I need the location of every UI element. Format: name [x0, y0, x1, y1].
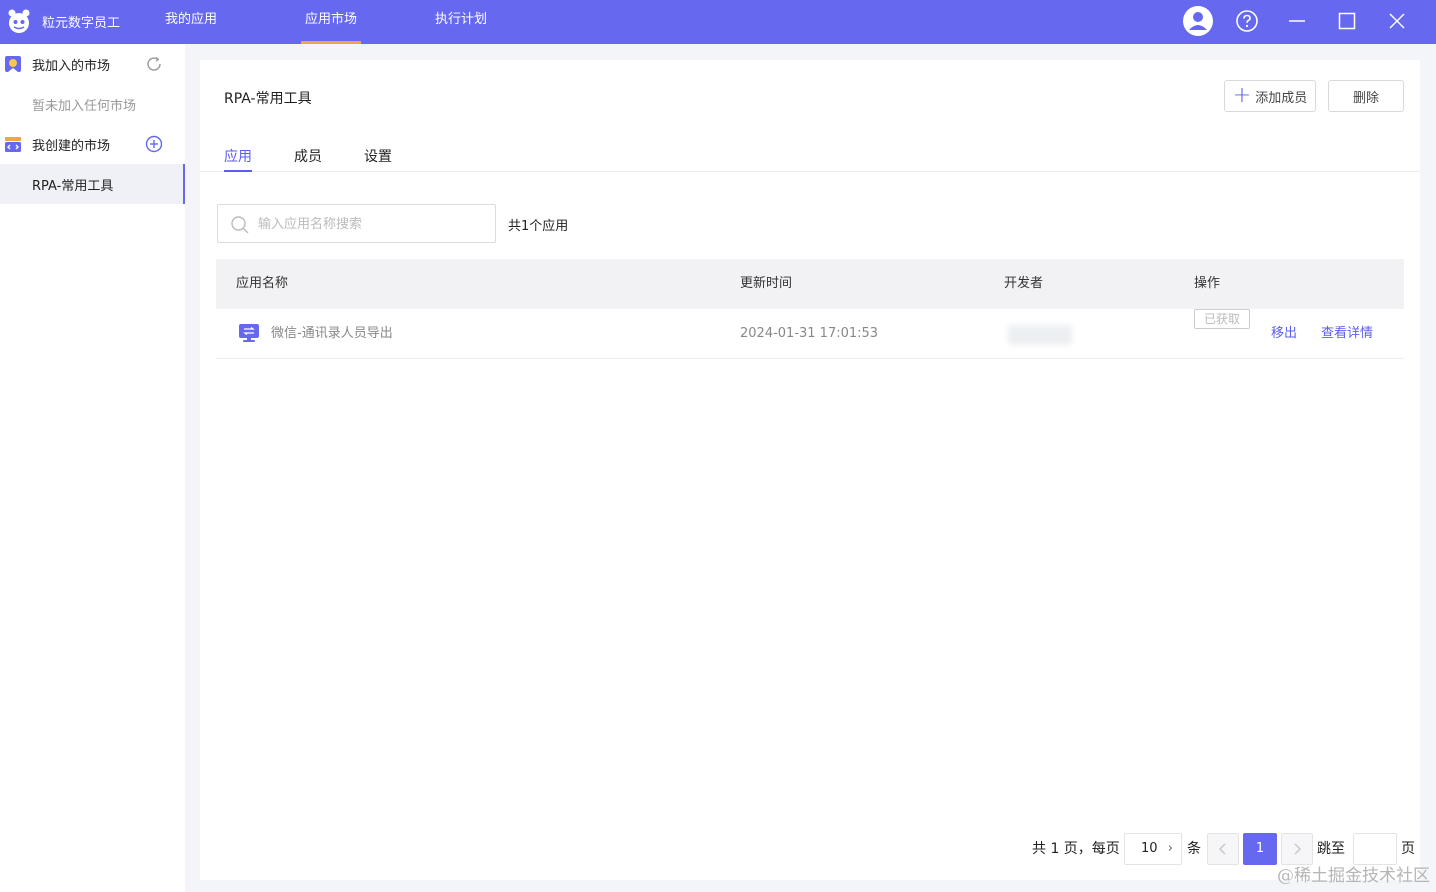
- tab-settings[interactable]: 设置: [364, 146, 392, 172]
- delete-button[interactable]: 删除: [1328, 80, 1404, 112]
- nav-tab-schedule[interactable]: 执行计划: [432, 0, 490, 44]
- prev-page-button[interactable]: [1207, 833, 1239, 865]
- page-size-unit: 条: [1187, 841, 1201, 857]
- brand-name: 粒元数字员工: [42, 15, 121, 31]
- chevron-right-icon: [1294, 843, 1302, 855]
- minimize-icon[interactable]: [1280, 4, 1314, 38]
- sidebar-created-label: 我创建的市场: [32, 138, 111, 154]
- current-page-button[interactable]: 1: [1243, 833, 1277, 865]
- app-monitor-icon: [239, 324, 259, 342]
- help-icon[interactable]: [1230, 4, 1264, 38]
- sidebar-item-label: RPA-常用工具: [32, 178, 114, 194]
- col-actions: 操作: [1194, 276, 1221, 291]
- app-name[interactable]: 微信-通讯录人员导出: [271, 309, 393, 359]
- refresh-icon[interactable]: [145, 55, 163, 73]
- brand: 粒元数字员工: [4, 6, 120, 36]
- view-details-link[interactable]: 查看详情: [1321, 309, 1373, 359]
- pagination-summary: 共 1 页，每页: [1032, 841, 1120, 857]
- sidebar-created-header: 我创建的市场: [0, 124, 185, 164]
- page-size-value: 10: [1141, 841, 1158, 856]
- plus-icon: +: [1232, 83, 1252, 108]
- developer-redacted: [1008, 325, 1072, 345]
- watermark: @稀土掘金技术社区: [1277, 866, 1430, 886]
- col-updated: 更新时间: [740, 276, 793, 291]
- chevron-left-icon: [1218, 843, 1226, 855]
- sidebar: 我加入的市场 暂未加入任何市场 我创建的市场 RPA-常用工具: [0, 44, 185, 892]
- updated-time: 2024-01-31 17:01:53: [740, 326, 879, 341]
- chevron-right-icon: ›: [1167, 841, 1173, 856]
- sidebar-joined-label: 我加入的市场: [32, 58, 111, 74]
- table-header: 应用名称 更新时间 开发者 操作: [216, 259, 1404, 309]
- nav-tab-my-apps[interactable]: 我的应用: [162, 0, 220, 44]
- tab-members[interactable]: 成员: [294, 146, 322, 172]
- sidebar-item-rpa-tools[interactable]: RPA-常用工具: [0, 164, 185, 204]
- joined-market-icon: [5, 56, 21, 72]
- search-input[interactable]: [258, 213, 488, 235]
- user-avatar-icon[interactable]: [1181, 4, 1215, 38]
- col-app-name: 应用名称: [236, 276, 289, 291]
- app-count: 共1个应用: [508, 219, 569, 234]
- sidebar-joined-empty: 暂未加入任何市场: [0, 84, 185, 124]
- search-box: [217, 204, 496, 243]
- table-row: 微信-通讯录人员导出 2024-01-31 17:01:53 已获取 移出 查看…: [216, 309, 1404, 359]
- add-market-icon[interactable]: [145, 135, 163, 153]
- created-market-icon: [5, 137, 21, 152]
- sidebar-joined-header: 我加入的市场: [0, 44, 185, 84]
- jump-page-input[interactable]: [1354, 834, 1396, 864]
- main-panel: RPA-常用工具 + 添加成员 删除 应用 成员 设置 共1个应用 应用名称 更…: [200, 60, 1420, 880]
- maximize-icon[interactable]: [1330, 4, 1364, 38]
- close-icon[interactable]: [1380, 4, 1414, 38]
- add-member-button[interactable]: + 添加成员: [1224, 80, 1316, 112]
- status-badge: 已获取: [1194, 309, 1250, 329]
- tab-apps[interactable]: 应用: [224, 146, 252, 172]
- top-bar: 粒元数字员工 我的应用 应用市场 执行计划: [0, 0, 1436, 44]
- nav-tab-app-market[interactable]: 应用市场: [301, 0, 361, 44]
- remove-link[interactable]: 移出: [1271, 309, 1297, 359]
- page-size-select[interactable]: 10 ›: [1124, 833, 1182, 865]
- add-member-label: 添加成员: [1255, 90, 1308, 106]
- col-developer: 开发者: [1004, 276, 1044, 291]
- brand-logo-icon: [8, 9, 30, 33]
- search-icon: [231, 216, 249, 234]
- joined-empty-text: 暂未加入任何市场: [32, 98, 137, 114]
- sub-tabs: 应用 成员 设置: [200, 140, 1420, 172]
- page-title: RPA-常用工具: [224, 91, 312, 107]
